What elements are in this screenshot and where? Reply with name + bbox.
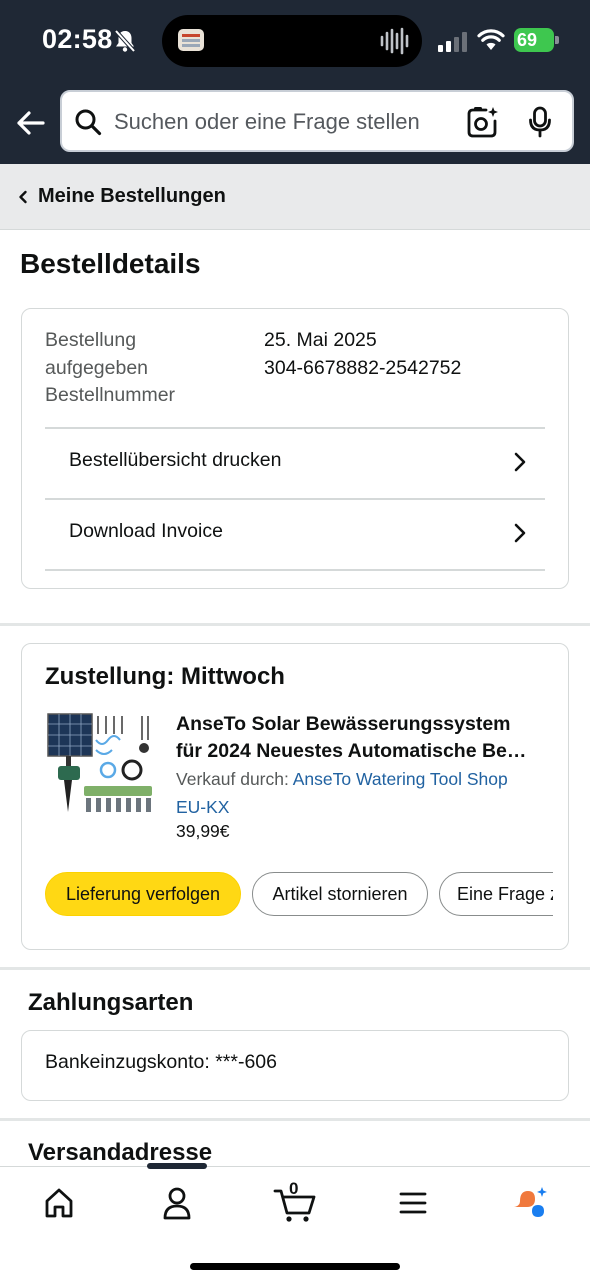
bell-muted-icon [114, 29, 136, 53]
chevron-right-icon [514, 452, 526, 472]
product-image[interactable] [46, 712, 154, 818]
active-tab-indicator [147, 1163, 207, 1169]
delivery-status-title: Zustellung: Mittwoch [45, 663, 285, 690]
breadcrumb-label[interactable]: Meine Bestellungen [38, 185, 226, 208]
print-summary-label: Bestellübersicht drucken [69, 449, 282, 471]
order-label-line: Bestellung [45, 329, 137, 351]
cellular-signal-icon [438, 32, 467, 52]
cancel-item-button[interactable]: Artikel stornieren [252, 872, 428, 916]
breadcrumb[interactable]: Meine Bestellungen [0, 164, 590, 230]
microphone-icon[interactable] [528, 106, 552, 138]
product-title-line[interactable]: AnseTo Solar Bewässerungssystem [176, 711, 548, 738]
order-labels: Bestellung aufgegeben Bestellnummer [45, 327, 235, 410]
payment-card: Bankeinzugskonto: ***-606 [21, 1030, 569, 1101]
order-label-line: aufgegeben [45, 356, 149, 379]
section-separator [0, 967, 590, 970]
battery-indicator: 69 [514, 28, 559, 52]
track-package-button[interactable]: Lieferung verfolgen [45, 872, 241, 916]
seller-link-continued[interactable]: EU-KX [176, 797, 229, 817]
status-time: 02:58 [42, 24, 113, 54]
order-number: 304-6678882-2542752 [264, 356, 462, 379]
bottom-navigation: 0 [0, 1163, 590, 1280]
page-title: Bestelldetails [20, 248, 201, 279]
section-separator [0, 623, 590, 626]
payment-section-title: Zahlungsarten [28, 989, 194, 1016]
download-invoice-link[interactable]: Download Invoice [22, 500, 570, 570]
cart-button[interactable]: 0 [270, 1179, 320, 1225]
battery-level: 69 [517, 30, 538, 50]
order-date: 25. Mai 2025 [264, 329, 377, 351]
wifi-icon [477, 29, 505, 50]
ask-question-button-wrapper: Eine Frage z [439, 872, 553, 916]
dynamic-island [162, 15, 422, 67]
shipment-card: Zustellung: Mittwoch AnseTo Solar Bewäss… [21, 643, 569, 950]
menu-icon[interactable] [388, 1181, 438, 1225]
search-input[interactable] [114, 102, 454, 142]
rufus-icon[interactable] [506, 1181, 556, 1225]
product-title-line[interactable]: für 2024 Neuestes Automatische Be… [176, 738, 548, 765]
download-invoice-label: Download Invoice [69, 520, 223, 542]
order-label-line: Bestellnummer [45, 384, 176, 406]
product-price: 39,99€ [176, 821, 230, 841]
back-arrow-icon[interactable] [14, 106, 48, 140]
chevron-right-icon [514, 523, 526, 543]
top-bar: 02:58 69 [0, 0, 590, 164]
seller-link[interactable]: AnseTo Watering Tool Shop [293, 769, 508, 789]
cart-count: 0 [289, 1179, 299, 1198]
divider [45, 569, 545, 571]
camera-lens-icon[interactable] [466, 106, 500, 138]
app-thumbnail-icon [178, 29, 204, 51]
account-icon[interactable] [152, 1181, 202, 1225]
section-separator [0, 1118, 590, 1121]
order-summary-card: Bestellung aufgegeben Bestellnummer 25. … [21, 308, 569, 589]
home-indicator [190, 1263, 400, 1270]
audio-waveform-icon [380, 27, 409, 55]
chevron-left-icon [19, 190, 27, 204]
payment-method: Bankeinzugskonto: ***-606 [45, 1051, 277, 1073]
ask-question-button[interactable]: Eine Frage z [439, 872, 553, 916]
seller-prefix: Verkauf durch: [176, 769, 293, 789]
search-bar[interactable] [60, 90, 574, 152]
search-icon [75, 109, 102, 136]
order-values: 25. Mai 2025 304-6678882-2542752 [264, 327, 461, 382]
home-icon[interactable] [34, 1181, 84, 1225]
seller-info: Verkauf durch: AnseTo Watering Tool Shop… [176, 766, 556, 821]
print-summary-link[interactable]: Bestellübersicht drucken [22, 429, 570, 499]
